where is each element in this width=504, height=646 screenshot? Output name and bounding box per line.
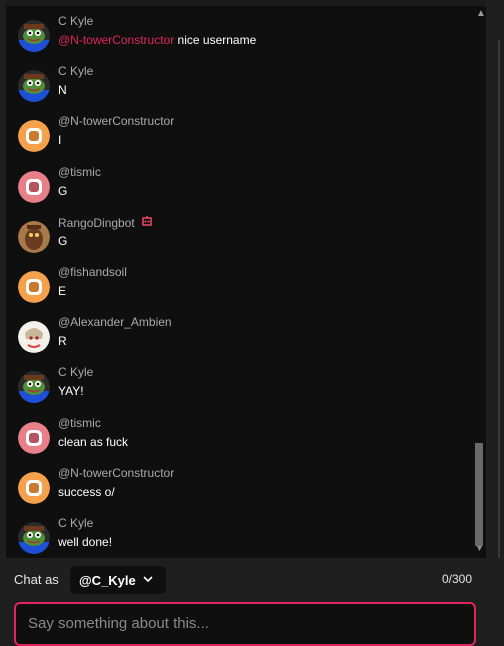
- chat-input-box[interactable]: [14, 602, 476, 646]
- orange-default-avatar-icon[interactable]: [18, 120, 50, 153]
- message-text: E: [58, 284, 66, 298]
- chat-message: @Alexander_Ambien R: [18, 313, 458, 363]
- chat-message: C Kyle @N-towerConstructor nice username: [18, 12, 458, 62]
- scrollbar-thumb[interactable]: [475, 443, 483, 546]
- anime-avatar-icon[interactable]: [18, 321, 50, 354]
- rango-avatar-icon[interactable]: [18, 220, 50, 253]
- message-author-name[interactable]: @fishandsoil: [58, 265, 127, 279]
- scroll-down-arrow-icon[interactable]: ▼: [475, 544, 484, 553]
- message-body: R: [58, 334, 67, 349]
- message-text: @N-towerConstructor nice username: [58, 33, 256, 47]
- message-body: well done!: [58, 535, 113, 549]
- message-body: success o/: [58, 484, 115, 499]
- message-body: G: [58, 183, 68, 198]
- red-default-avatar-icon[interactable]: [18, 421, 50, 454]
- chat-input[interactable]: [26, 614, 450, 633]
- message-text: R: [58, 334, 67, 348]
- gutter-line: [498, 40, 500, 600]
- message-author[interactable]: C Kyle: [58, 64, 93, 78]
- message-author-name[interactable]: C Kyle: [58, 14, 93, 28]
- chat-footer: Chat as @C_Kyle 0/300: [0, 558, 504, 646]
- message-author-name[interactable]: C Kyle: [58, 365, 93, 379]
- orange-default-avatar-icon[interactable]: [18, 271, 50, 303]
- character-counter: 0/300: [441, 572, 472, 586]
- page-scroll-gutter: [486, 0, 504, 628]
- message-author[interactable]: @tismic: [58, 416, 101, 430]
- pepe-avatar-icon[interactable]: [18, 371, 50, 404]
- message-author[interactable]: C Kyle: [58, 516, 93, 530]
- chat-panel: ▲ C Kyle @N-towerConstructor nice usernam…: [6, 0, 486, 558]
- chat-message: @N-towerConstructor success o/: [18, 464, 458, 514]
- message-author[interactable]: @N-towerConstructor: [58, 466, 174, 480]
- message-text: N: [58, 83, 67, 97]
- message-author-name[interactable]: @tismic: [58, 165, 101, 179]
- message-author[interactable]: C Kyle: [58, 365, 93, 379]
- pepe-avatar-icon[interactable]: [18, 20, 50, 52]
- chevron-down-icon: [142, 571, 154, 590]
- message-author-name[interactable]: @Alexander_Ambien: [58, 315, 172, 329]
- message-author[interactable]: RangoDingbot: [58, 215, 153, 230]
- chat-message: C Kyle YAY!: [18, 363, 458, 413]
- message-body: E: [58, 284, 67, 298]
- message-text: well done!: [58, 535, 112, 549]
- message-author[interactable]: @Alexander_Ambien: [58, 315, 172, 329]
- message-author-name[interactable]: C Kyle: [58, 64, 93, 78]
- bot-badge-icon: [141, 215, 153, 230]
- chat-message: C Kyle well done!: [18, 514, 458, 558]
- message-text: G: [58, 234, 67, 248]
- chat-message: @tismic G: [18, 163, 458, 213]
- message-text: success o/: [58, 485, 115, 499]
- message-author-name[interactable]: C Kyle: [58, 516, 93, 530]
- message-body: YAY!: [58, 384, 84, 399]
- chat-as-username: @C_Kyle: [79, 573, 136, 588]
- message-body: I: [58, 133, 62, 148]
- message-author[interactable]: @fishandsoil: [58, 265, 127, 279]
- message-author-name[interactable]: @N-towerConstructor: [58, 466, 174, 480]
- message-body: nice username: [174, 33, 257, 47]
- message-text: G: [58, 184, 67, 198]
- message-author[interactable]: C Kyle: [58, 14, 93, 28]
- chat-message: @fishandsoil E: [18, 263, 458, 313]
- pepe-avatar-icon[interactable]: [18, 70, 50, 103]
- message-text: clean as fuck: [58, 435, 128, 449]
- message-body: G: [58, 233, 68, 248]
- chat-message: @tismic clean as fuck: [18, 414, 458, 464]
- message-mention[interactable]: @N-towerConstructor: [58, 33, 174, 47]
- scrollbar[interactable]: ▼: [473, 6, 485, 558]
- chat-message: RangoDingbot G: [18, 213, 458, 263]
- message-body: clean as fuck: [58, 434, 129, 449]
- chat-as-user-select[interactable]: @C_Kyle: [70, 566, 166, 594]
- message-author-name[interactable]: @N-towerConstructor: [58, 114, 174, 128]
- message-author[interactable]: @tismic: [58, 165, 101, 179]
- chat-top-strip: [6, 0, 486, 6]
- message-text: YAY!: [58, 384, 84, 398]
- message-author-name[interactable]: @tismic: [58, 416, 101, 430]
- orange-default-avatar-icon[interactable]: [18, 471, 50, 504]
- chat-message: C Kyle N: [18, 62, 458, 112]
- message-author[interactable]: @N-towerConstructor: [58, 114, 174, 128]
- red-default-avatar-icon[interactable]: [18, 170, 50, 203]
- message-text: I: [58, 133, 61, 147]
- pepe-avatar-icon[interactable]: [18, 522, 50, 554]
- message-author-name[interactable]: RangoDingbot: [58, 216, 135, 230]
- chat-as-label: Chat as: [14, 572, 59, 587]
- message-body: N: [58, 83, 67, 98]
- chat-message: @N-towerConstructor I: [18, 112, 458, 162]
